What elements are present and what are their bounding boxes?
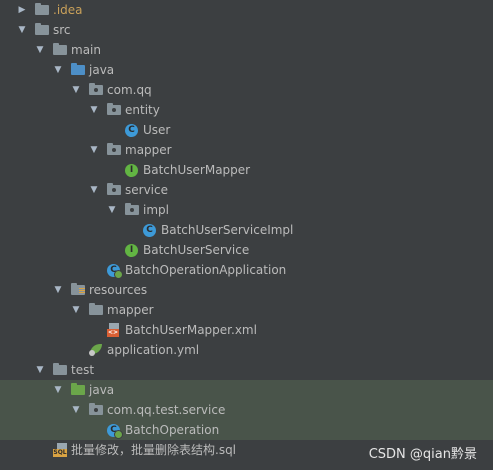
tree-label: .idea [53, 3, 83, 17]
tree-row-test-java[interactable]: ▼ java [0, 380, 493, 400]
tree-label: java [89, 383, 115, 397]
tree-row-batch-operation[interactable]: C BatchOperation [0, 420, 493, 440]
tree-row-batch-user-service[interactable]: I BatchUserService [0, 240, 493, 260]
tree-label: application.yml [107, 343, 200, 357]
tree-label: test [71, 363, 95, 377]
chevron-down-icon[interactable]: ▼ [70, 80, 82, 100]
class-icon: C [143, 224, 156, 237]
package-icon [125, 203, 139, 215]
tree-label: src [53, 23, 71, 37]
project-tree: ▶ .idea ▼ src ▼ main ▼ java ▼ com.qq ▼ e… [0, 0, 493, 460]
tree-label: com.qq [107, 83, 152, 97]
package-icon [107, 183, 121, 195]
tree-row-service[interactable]: ▼ service [0, 180, 493, 200]
chevron-down-icon[interactable]: ▼ [88, 140, 100, 160]
sql-file-icon: SQL [53, 443, 69, 457]
tree-row-user[interactable]: C User [0, 120, 493, 140]
tree-label: BatchOperation [125, 423, 220, 437]
tree-row-entity[interactable]: ▼ entity [0, 100, 493, 120]
tree-label: BatchUserMapper.xml [125, 323, 257, 337]
tree-row-java[interactable]: ▼ java [0, 60, 493, 80]
tree-label: main [71, 43, 101, 57]
tree-row-impl[interactable]: ▼ impl [0, 200, 493, 220]
tree-label: BatchOperationApplication [125, 263, 287, 277]
yml-file-icon [89, 344, 103, 356]
class-icon: C [125, 124, 138, 137]
package-icon [89, 403, 103, 415]
test-class-icon: C [107, 424, 123, 439]
tree-row-src[interactable]: ▼ src [0, 20, 493, 40]
interface-icon: I [125, 244, 138, 257]
chevron-down-icon[interactable]: ▼ [16, 20, 28, 40]
package-icon [89, 83, 103, 95]
chevron-down-icon[interactable]: ▼ [88, 180, 100, 200]
folder-icon [53, 43, 67, 55]
tree-label: BatchUserServiceImpl [161, 223, 294, 237]
tree-label: BatchUserMapper [143, 163, 251, 177]
test-source-folder-icon [71, 383, 85, 395]
chevron-down-icon[interactable]: ▼ [34, 360, 46, 380]
xml-file-icon: <> [107, 323, 121, 337]
folder-icon [53, 363, 67, 375]
tree-row-batch-user-mapper-xml[interactable]: <> BatchUserMapper.xml [0, 320, 493, 340]
resources-folder-icon [71, 283, 85, 295]
tree-label: User [143, 123, 171, 137]
tree-row-mapper[interactable]: ▼ mapper [0, 140, 493, 160]
source-folder-icon [71, 63, 85, 75]
tree-label: resources [89, 283, 148, 297]
tree-row-resources[interactable]: ▼ resources [0, 280, 493, 300]
tree-row-application-yml[interactable]: application.yml [0, 340, 493, 360]
chevron-right-icon[interactable]: ▶ [16, 0, 28, 20]
tree-label: com.qq.test.service [107, 403, 226, 417]
tree-row-main[interactable]: ▼ main [0, 40, 493, 60]
interface-icon: I [125, 164, 138, 177]
tree-label: java [89, 63, 115, 77]
chevron-down-icon[interactable]: ▼ [52, 380, 64, 400]
tree-row-idea[interactable]: ▶ .idea [0, 0, 493, 20]
chevron-down-icon[interactable]: ▼ [34, 40, 46, 60]
chevron-down-icon[interactable]: ▼ [88, 100, 100, 120]
tree-row-com-qq-test-service[interactable]: ▼ com.qq.test.service [0, 400, 493, 420]
chevron-down-icon[interactable]: ▼ [52, 60, 64, 80]
tree-label: service [125, 183, 168, 197]
tree-label: 批量修改，批量删除表结构.sql [71, 443, 237, 457]
tree-label: entity [125, 103, 160, 117]
tree-label: BatchUserService [143, 243, 250, 257]
tree-row-batch-user-mapper[interactable]: I BatchUserMapper [0, 160, 493, 180]
package-icon [107, 143, 121, 155]
folder-icon [89, 303, 103, 315]
tree-label: mapper [107, 303, 154, 317]
tree-label: mapper [125, 143, 172, 157]
tree-row-batch-user-service-impl[interactable]: C BatchUserServiceImpl [0, 220, 493, 240]
tree-row-batch-operation-application[interactable]: C BatchOperationApplication [0, 260, 493, 280]
tree-row-com-qq[interactable]: ▼ com.qq [0, 80, 493, 100]
watermark: CSDN @qian黔景 [368, 447, 477, 462]
package-icon [107, 103, 121, 115]
chevron-down-icon[interactable]: ▼ [70, 300, 82, 320]
tree-row-resources-mapper[interactable]: ▼ mapper [0, 300, 493, 320]
tree-row-test[interactable]: ▼ test [0, 360, 493, 380]
chevron-down-icon[interactable]: ▼ [70, 400, 82, 420]
folder-icon [35, 3, 49, 15]
tree-label: impl [143, 203, 169, 217]
folder-icon [35, 23, 49, 35]
chevron-down-icon[interactable]: ▼ [106, 200, 118, 220]
chevron-down-icon[interactable]: ▼ [52, 280, 64, 300]
spring-boot-class-icon: C [107, 264, 123, 279]
